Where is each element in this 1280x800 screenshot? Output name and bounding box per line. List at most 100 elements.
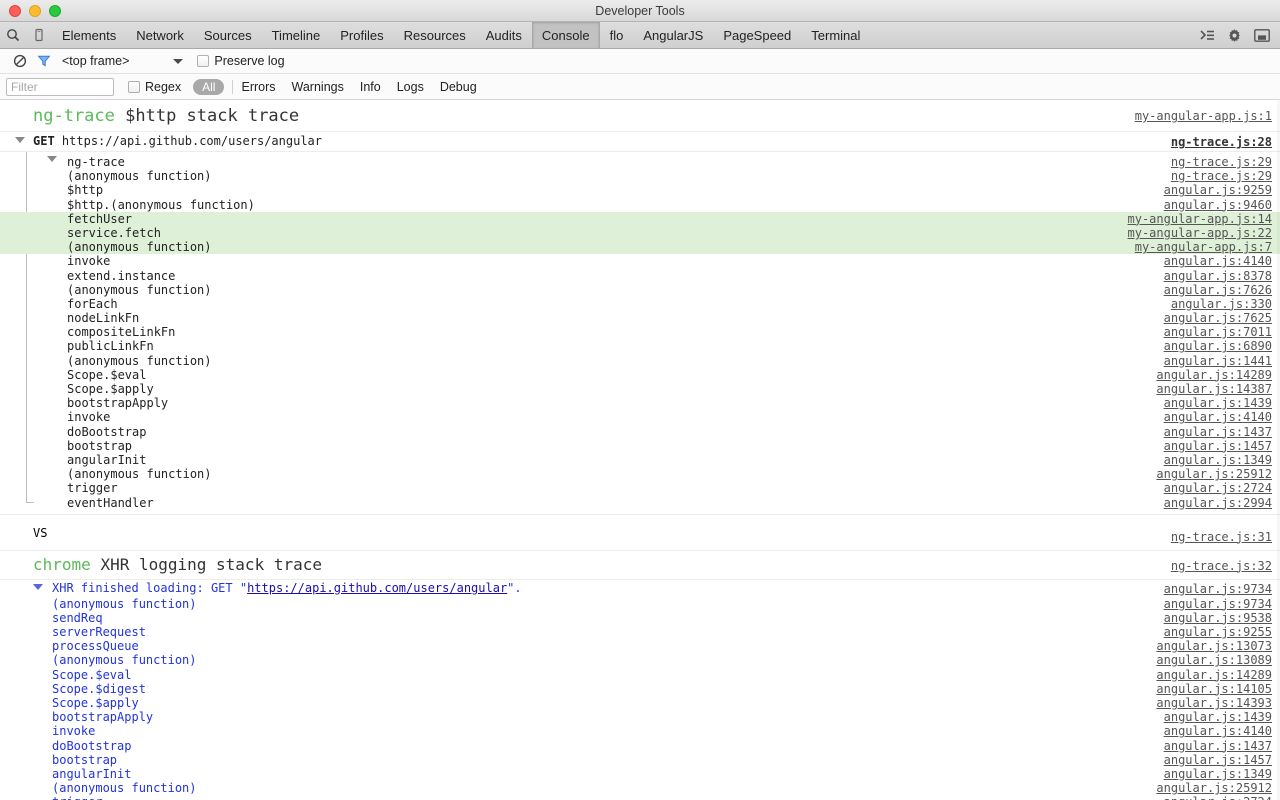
stack-frame-link[interactable]: angular.js:7625: [1164, 311, 1272, 325]
tab-profiles[interactable]: Profiles: [330, 22, 393, 48]
zoom-button[interactable]: [49, 4, 61, 17]
stack-frame[interactable]: (anonymous function) angular.js:1441: [0, 354, 1280, 368]
stack-frame[interactable]: trigger angular.js:2724: [0, 481, 1280, 495]
console-group-header-http[interactable]: GET https://api.github.com/users/angular…: [0, 132, 1280, 152]
stack-frame-link[interactable]: angular.js:1441: [1164, 354, 1272, 368]
stack-frame[interactable]: (anonymous function) ng-trace.js:29: [0, 169, 1280, 183]
stack-frame[interactable]: forEach angular.js:330: [0, 297, 1280, 311]
stack-frame-link[interactable]: angular.js:6890: [1164, 339, 1272, 353]
source-link[interactable]: angular.js:9734: [1164, 582, 1272, 597]
stack-frame[interactable]: processQueue angular.js:13073: [0, 639, 1280, 653]
stack-frame-link[interactable]: angular.js:7626: [1164, 283, 1272, 297]
console-drawer-icon[interactable]: [1200, 29, 1215, 42]
stack-frame-highlighted[interactable]: fetchUser my-angular-app.js:14: [0, 211, 1280, 226]
stack-frame[interactable]: Scope.$eval angular.js:14289: [0, 368, 1280, 382]
stack-frame-link[interactable]: angular.js:14387: [1156, 382, 1272, 396]
close-button[interactable]: [9, 4, 21, 17]
inspect-element-icon[interactable]: [0, 22, 26, 48]
level-filter-errors[interactable]: Errors: [241, 80, 275, 94]
source-link[interactable]: ng-trace.js:32: [1171, 556, 1272, 576]
stack-frame-link[interactable]: my-angular-app.js:7: [1135, 240, 1272, 254]
stack-frame[interactable]: ng-trace ng-trace.js:29: [0, 155, 1280, 169]
stack-frame[interactable]: (anonymous function) angular.js:9734: [0, 597, 1280, 611]
stack-frame-highlighted[interactable]: service.fetch my-angular-app.js:22: [0, 225, 1280, 241]
level-filter-warnings[interactable]: Warnings: [292, 80, 344, 94]
stack-frame-link[interactable]: angular.js:4140: [1164, 410, 1272, 424]
stack-frame-link[interactable]: angular.js:1439: [1164, 710, 1272, 724]
stack-frame-link[interactable]: angular.js:25912: [1156, 781, 1272, 795]
stack-frame[interactable]: $http.(anonymous function) angular.js:946…: [0, 198, 1280, 212]
source-link[interactable]: ng-trace.js:28: [1171, 135, 1272, 150]
stack-frame-link[interactable]: angular.js:1349: [1164, 767, 1272, 781]
clear-console-icon[interactable]: [8, 54, 32, 68]
stack-frame[interactable]: (anonymous function) angular.js:25912: [0, 781, 1280, 795]
tab-sources[interactable]: Sources: [194, 22, 262, 48]
filter-funnel-icon[interactable]: [32, 54, 56, 68]
disclosure-triangle-icon[interactable]: [15, 137, 25, 143]
stack-frame-link[interactable]: angular.js:9460: [1164, 198, 1272, 212]
source-link[interactable]: my-angular-app.js:1: [1135, 106, 1272, 126]
stack-frame-link[interactable]: angular.js:1349: [1164, 453, 1272, 467]
stack-frame-link[interactable]: angular.js:4140: [1164, 724, 1272, 738]
tab-network[interactable]: Network: [126, 22, 194, 48]
stack-frame[interactable]: invoke angular.js:4140: [0, 724, 1280, 738]
stack-frame[interactable]: bootstrapApply angular.js:1439: [0, 710, 1280, 724]
stack-frame-link[interactable]: angular.js:14393: [1156, 696, 1272, 710]
stack-frame[interactable]: serverRequest angular.js:9255: [0, 625, 1280, 639]
stack-frame[interactable]: $http angular.js:9259: [0, 183, 1280, 197]
level-filter-logs[interactable]: Logs: [397, 80, 424, 94]
console-message-list[interactable]: ng-trace $http stack trace my-angular-ap…: [0, 100, 1280, 800]
tab-timeline[interactable]: Timeline: [262, 22, 331, 48]
level-filter-debug[interactable]: Debug: [440, 80, 477, 94]
stack-frame-link[interactable]: angular.js:25912: [1156, 467, 1272, 481]
tab-pagespeed[interactable]: PageSpeed: [713, 22, 801, 48]
xhr-url-link[interactable]: https://api.github.com/users/angular: [247, 581, 507, 595]
stack-frame[interactable]: extend.instance angular.js:8378: [0, 269, 1280, 283]
stack-frame-link[interactable]: angular.js:1437: [1164, 739, 1272, 753]
stack-frame-link[interactable]: angular.js:4140: [1164, 254, 1272, 268]
stack-frame[interactable]: Scope.$digest angular.js:14105: [0, 682, 1280, 696]
stack-frame[interactable]: bootstrap angular.js:1457: [0, 753, 1280, 767]
stack-frame-highlighted[interactable]: (anonymous function) my-angular-app.js:7: [0, 240, 1280, 255]
stack-frame-link[interactable]: angular.js:9255: [1164, 625, 1272, 639]
stack-frame[interactable]: (anonymous function) angular.js:25912: [0, 467, 1280, 481]
stack-frame-link[interactable]: angular.js:1437: [1164, 425, 1272, 439]
source-link[interactable]: ng-trace.js:31: [1171, 524, 1272, 550]
stack-frame-link[interactable]: angular.js:1457: [1164, 753, 1272, 767]
tab-console[interactable]: Console: [531, 22, 600, 48]
stack-frame[interactable]: Scope.$apply angular.js:14387: [0, 382, 1280, 396]
stack-frame[interactable]: (anonymous function) angular.js:13089: [0, 653, 1280, 667]
settings-gear-icon[interactable]: [1227, 28, 1242, 43]
stack-frame-link[interactable]: angular.js:8378: [1164, 269, 1272, 283]
stack-frame-link[interactable]: angular.js:7011: [1164, 325, 1272, 339]
stack-frame[interactable]: angularInit angular.js:1349: [0, 453, 1280, 467]
stack-frame-link[interactable]: angular.js:14289: [1156, 668, 1272, 682]
stack-frame-link[interactable]: angular.js:2724: [1164, 481, 1272, 495]
tab-terminal[interactable]: Terminal: [801, 22, 870, 48]
stack-frame[interactable]: trigger angular.js:2724: [0, 795, 1280, 800]
stack-frame[interactable]: eventHandler angular.js:2994: [0, 496, 1280, 510]
stack-frame[interactable]: nodeLinkFn angular.js:7625: [0, 311, 1280, 325]
device-mode-icon[interactable]: [26, 22, 52, 48]
stack-frame[interactable]: bootstrapApply angular.js:1439: [0, 396, 1280, 410]
stack-frame-link[interactable]: angular.js:9538: [1164, 611, 1272, 625]
stack-frame-link[interactable]: angular.js:13073: [1156, 639, 1272, 653]
tab-resources[interactable]: Resources: [394, 22, 476, 48]
dock-side-icon[interactable]: [1254, 28, 1270, 42]
stack-frame-link[interactable]: angular.js:1457: [1164, 439, 1272, 453]
stack-frame[interactable]: Scope.$eval angular.js:14289: [0, 668, 1280, 682]
tab-elements[interactable]: Elements: [52, 22, 126, 48]
stack-frame[interactable]: sendReq angular.js:9538: [0, 611, 1280, 625]
filter-input[interactable]: [6, 77, 114, 96]
stack-frame-link[interactable]: ng-trace.js:29: [1171, 155, 1272, 169]
stack-frame[interactable]: (anonymous function) angular.js:7626: [0, 283, 1280, 297]
stack-frame-link[interactable]: angular.js:9259: [1164, 183, 1272, 197]
console-group-header-xhr[interactable]: XHR finished loading: GET "https://api.g…: [0, 580, 1280, 597]
stack-frame-link[interactable]: angular.js:330: [1171, 297, 1272, 311]
stack-frame-link[interactable]: angular.js:2994: [1164, 496, 1272, 510]
regex-toggle[interactable]: Regex: [128, 80, 181, 94]
stack-frame[interactable]: publicLinkFn angular.js:6890: [0, 339, 1280, 353]
stack-frame[interactable]: invoke angular.js:4140: [0, 254, 1280, 268]
stack-frame-link[interactable]: angular.js:13089: [1156, 653, 1272, 667]
stack-frame[interactable]: bootstrap angular.js:1457: [0, 439, 1280, 453]
